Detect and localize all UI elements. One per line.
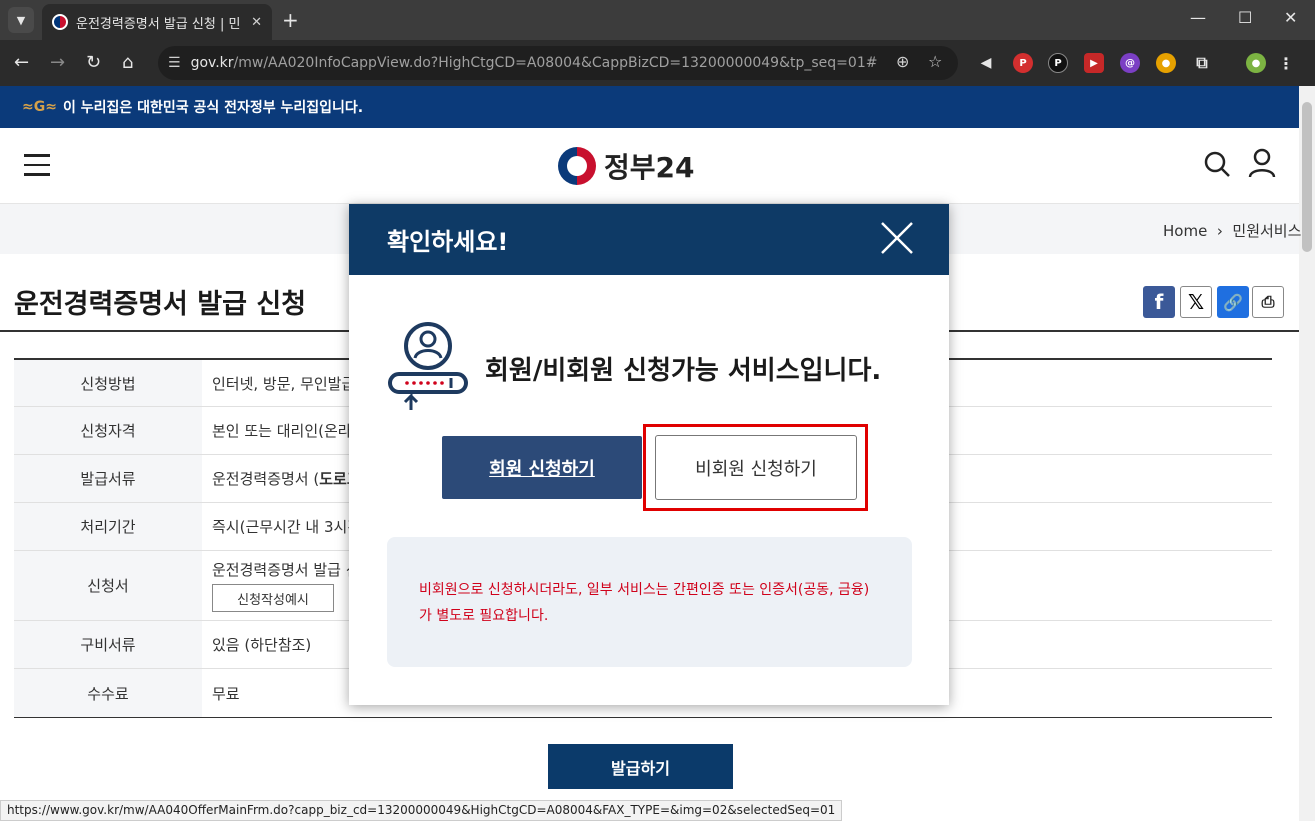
document-name: 운전경력증명서 ( — [212, 470, 320, 488]
modal-header: 확인하세요! — [349, 204, 949, 275]
browser-tab[interactable]: 운전경력증명서 발급 신청 | 민 ✕ — [42, 4, 272, 40]
extensions-puzzle-icon[interactable]: ⧉ — [1192, 53, 1212, 73]
maximize-icon[interactable]: ☐ — [1238, 8, 1252, 27]
user-icon[interactable] — [1248, 148, 1276, 178]
extension-icon-3[interactable]: ▶ — [1084, 53, 1104, 73]
form-example-button[interactable]: 신청작성예시 — [212, 584, 334, 612]
member-apply-button[interactable]: 회원 신청하기 — [442, 436, 642, 499]
notice-line-2: 가 별도로 필요합니다. — [419, 608, 549, 624]
modal-title: 확인하세요! — [387, 228, 509, 256]
extension-icon-4[interactable]: @ — [1120, 53, 1140, 73]
home-icon[interactable]: ⌂ — [122, 52, 133, 73]
extension-icon-2[interactable]: P — [1048, 53, 1068, 73]
info-label: 신청서 — [14, 551, 202, 620]
x-share-icon[interactable]: 𝕏 — [1180, 286, 1212, 318]
tab-title: 운전경력증명서 발급 신청 | 민 — [76, 16, 241, 32]
link-copy-icon[interactable]: 🔗 — [1217, 286, 1249, 318]
page-scrollbar[interactable] — [1299, 86, 1315, 821]
new-tab-icon[interactable]: + — [282, 8, 299, 32]
info-label: 구비서류 — [14, 621, 202, 668]
browser-tab-bar: ▼ 운전경력증명서 발급 신청 | 민 ✕ + — ☐ ✕ — [0, 0, 1315, 40]
issue-button[interactable]: 발급하기 — [548, 744, 733, 789]
guest-apply-button[interactable]: 비회원 신청하기 — [655, 435, 857, 500]
chevron-right-icon: › — [1212, 222, 1228, 240]
gov-banner-logo-icon: ≈G≈ — [22, 99, 57, 115]
info-label: 처리기간 — [14, 503, 202, 550]
url-path: /mw/AA020InfoCappView.do?HighCtgCD=A0800… — [233, 55, 878, 71]
site-header: 정부24 — [0, 128, 1299, 204]
facebook-share-icon[interactable]: f — [1143, 286, 1175, 318]
search-icon[interactable] — [1203, 150, 1231, 178]
scroll-thumb[interactable] — [1302, 102, 1312, 252]
notice-line-1: 비회원으로 신청하시더라도, 일부 서비스는 간편인증 또는 인증서(공동, 금… — [419, 582, 870, 598]
logo-text: 정부24 — [604, 151, 695, 184]
info-label: 신청방법 — [14, 360, 202, 406]
taegeuk-logo-icon — [558, 147, 596, 185]
breadcrumb: Home › 민원서비스 — [1163, 220, 1301, 241]
zoom-icon[interactable]: ⊕ — [896, 52, 909, 71]
modal-notice: 비회원으로 신청하시더라도, 일부 서비스는 간편인증 또는 인증서(공동, 금… — [387, 537, 912, 667]
site-logo[interactable]: 정부24 — [558, 146, 695, 186]
breadcrumb-home[interactable]: Home — [1163, 222, 1207, 240]
extension-icon-1[interactable]: P — [1013, 53, 1033, 73]
gov-official-banner: ≈G≈ 이 누리집은 대한민국 공식 전자정부 누리집입니다. — [0, 86, 1299, 128]
media-control-icon[interactable]: ◀ — [976, 53, 996, 73]
address-bar[interactable]: ☰ gov.kr/mw/AA020InfoCappView.do?HighCtg… — [158, 46, 958, 80]
back-icon[interactable]: ← — [14, 52, 29, 73]
gov-favicon-icon — [52, 14, 68, 30]
member-choice-modal: 확인하세요! 회원/비회원 신청가능 서비스입니다. 회원 신청하기 비회원 신… — [349, 204, 949, 705]
profile-avatar-icon[interactable]: ● — [1246, 53, 1266, 73]
info-label: 수수료 — [14, 669, 202, 717]
breadcrumb-current[interactable]: 민원서비스 — [1232, 222, 1301, 240]
tab-close-icon[interactable]: ✕ — [251, 15, 262, 30]
site-info-icon[interactable]: ☰ — [168, 55, 181, 71]
close-icon[interactable] — [879, 220, 915, 256]
member-login-icon — [388, 322, 468, 410]
page-title: 운전경력증명서 발급 신청 — [14, 289, 307, 320]
print-icon[interactable]: ⎙ — [1252, 286, 1284, 318]
forward-icon[interactable]: → — [50, 52, 65, 73]
extension-icon-5[interactable]: ● — [1156, 53, 1176, 73]
minimize-icon[interactable]: — — [1190, 8, 1206, 27]
status-bar-url: https://www.gov.kr/mw/AA040OfferMainFrm.… — [0, 800, 843, 821]
window-close-icon[interactable]: ✕ — [1284, 8, 1297, 27]
gov-banner-text: 이 누리집은 대한민국 공식 전자정부 누리집입니다. — [62, 100, 364, 116]
browser-menu-icon[interactable]: ⋮ — [1276, 53, 1296, 73]
tab-search-icon[interactable]: ▼ — [8, 7, 34, 33]
url-host: gov.kr — [190, 55, 234, 71]
bookmark-star-icon[interactable]: ☆ — [928, 52, 942, 71]
info-label: 발급서류 — [14, 455, 202, 502]
modal-message: 회원/비회원 신청가능 서비스입니다. — [485, 356, 882, 386]
menu-hamburger-icon[interactable] — [24, 154, 50, 176]
reload-icon[interactable]: ↻ — [86, 52, 101, 73]
info-label: 신청자격 — [14, 407, 202, 454]
browser-toolbar: ← → ↻ ⌂ ☰ gov.kr/mw/AA020InfoCappView.do… — [0, 40, 1315, 86]
